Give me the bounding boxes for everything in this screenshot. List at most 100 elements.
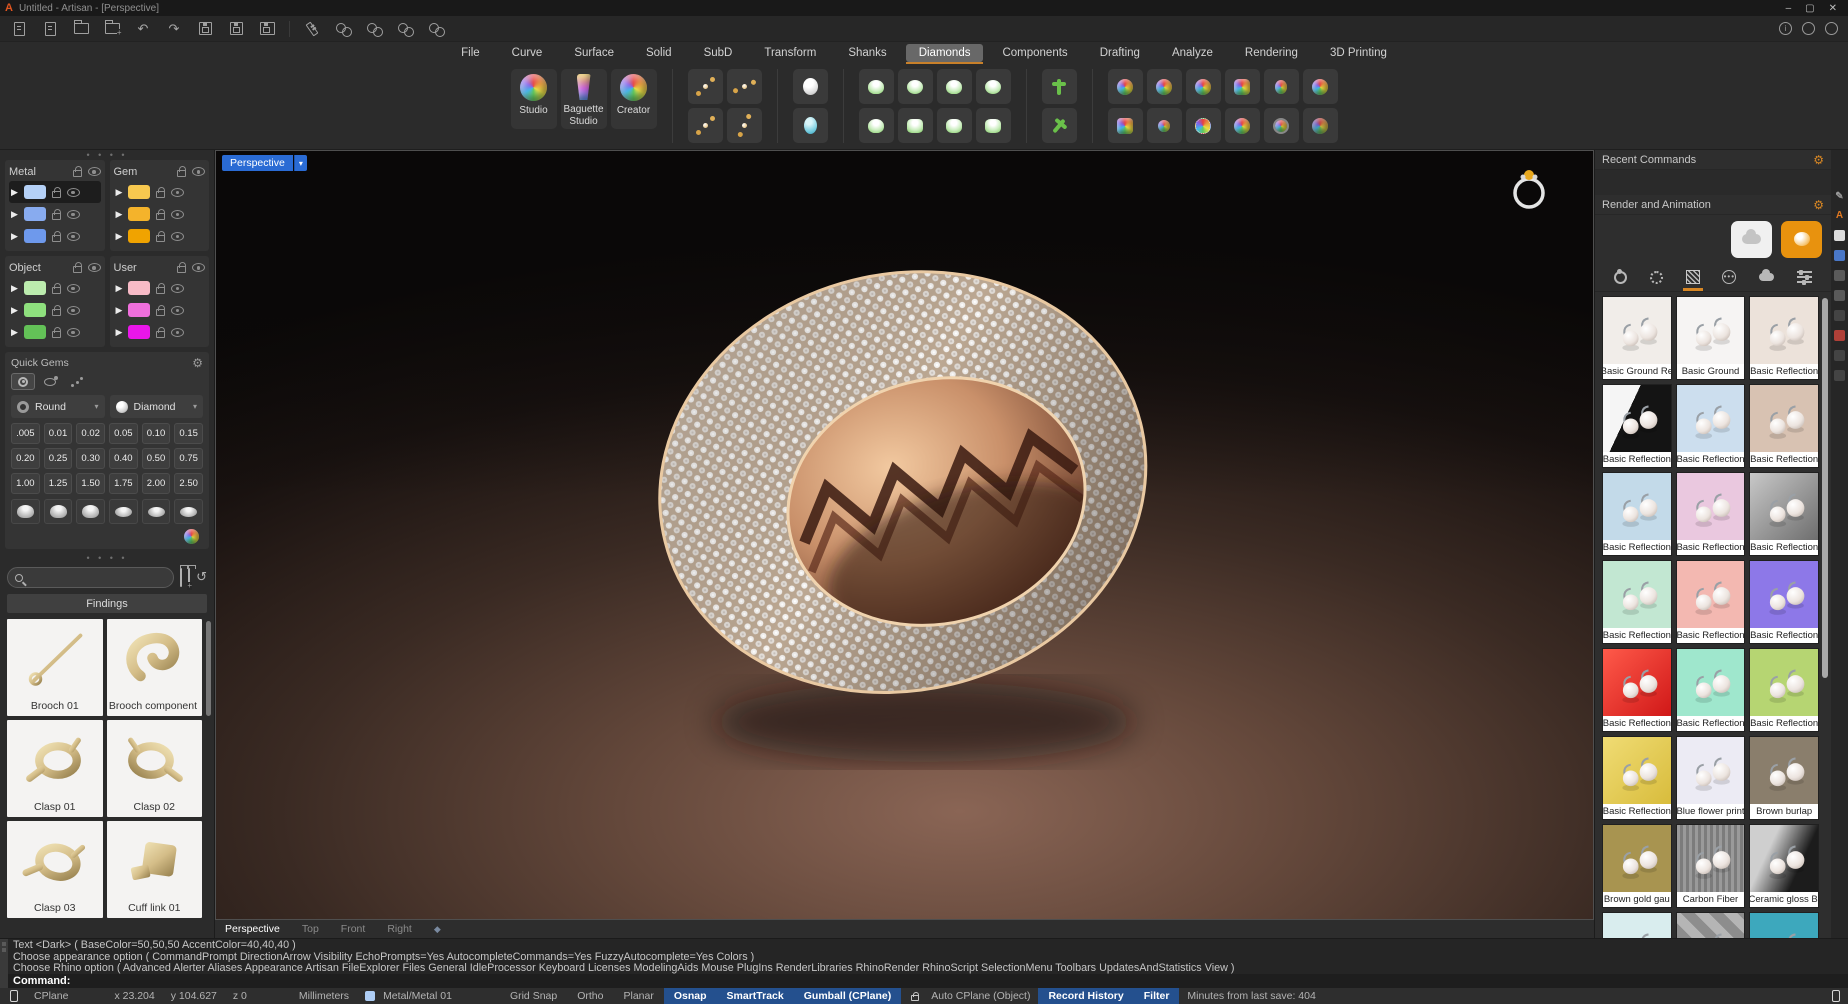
viewport-tab-front[interactable]: Front (341, 923, 366, 935)
material-card[interactable]: Basic Reflection (1749, 384, 1819, 468)
undo-icon[interactable]: ↶ (134, 20, 152, 38)
size-button[interactable]: 2.00 (142, 473, 171, 494)
material-card[interactable]: Basic Ground (1676, 296, 1746, 380)
grid-snap-toggle[interactable]: Grid Snap (500, 988, 567, 1004)
size-button[interactable]: 2.50 (174, 473, 203, 494)
gem-map-button[interactable] (1225, 69, 1260, 104)
units-label[interactable]: Millimeters (291, 990, 357, 1002)
eye-icon[interactable] (67, 232, 80, 241)
gem-color-sphere-icon[interactable] (184, 529, 199, 544)
panel-tab-icon[interactable] (1834, 330, 1845, 341)
panel-drag-handle[interactable]: • • • • (0, 150, 214, 159)
findings-scrollbar[interactable] (206, 621, 211, 716)
gem-swap-button[interactable] (1147, 69, 1182, 104)
eye-icon[interactable] (67, 188, 80, 197)
gem-size-button[interactable] (1186, 108, 1221, 143)
baguette-studio-button[interactable]: Baguette Studio (561, 69, 607, 129)
tab-sprocket[interactable] (1647, 263, 1666, 291)
menu-solid[interactable]: Solid (633, 44, 685, 62)
layer-row[interactable]: ▶ (114, 203, 206, 225)
size-button[interactable]: 1.00 (11, 473, 40, 494)
viewport-tab-label[interactable]: Perspective (222, 155, 293, 171)
eye-icon[interactable] (171, 284, 184, 293)
material-card[interactable]: Basic Reflection (1602, 736, 1672, 820)
panel-tab-icon[interactable] (1834, 270, 1845, 281)
status-right-icon[interactable] (1832, 990, 1840, 1002)
redo-icon[interactable]: ↷ (165, 20, 183, 38)
tab-ring[interactable] (1611, 263, 1630, 291)
cut-button[interactable] (44, 499, 73, 524)
render-cloud-button[interactable] (1731, 221, 1772, 258)
folder-new-icon[interactable] (103, 20, 121, 38)
active-layer-label[interactable]: Metal/Metal 01 (375, 990, 460, 1002)
devices-icon[interactable] (1802, 22, 1815, 35)
cabochon-button[interactable] (793, 108, 828, 143)
gem-bezel-button[interactable] (937, 69, 972, 104)
menu-surface[interactable]: Surface (561, 44, 627, 62)
remove-folder-button[interactable] (180, 569, 182, 587)
cutter-button[interactable] (1042, 108, 1077, 143)
lock-icon[interactable] (52, 191, 61, 198)
lock-icon[interactable] (156, 235, 165, 242)
color-swatch[interactable] (24, 281, 46, 295)
eye-icon[interactable] (171, 188, 184, 197)
artisan-tab-icon[interactable]: A (1836, 211, 1843, 221)
size-button[interactable]: 0.75 (174, 448, 203, 469)
color-swatch[interactable] (128, 303, 150, 317)
cut-button[interactable] (142, 499, 171, 524)
command-prompt-input[interactable]: Command: (8, 974, 1848, 988)
lock-icon[interactable] (156, 287, 165, 294)
menu-file[interactable]: File (448, 44, 493, 62)
finding-item[interactable]: Brooch component 01 (107, 619, 203, 716)
panel-drag-handle[interactable]: • • • • (0, 553, 214, 562)
material-card[interactable] (1676, 912, 1746, 938)
folder-open-icon[interactable] (72, 20, 90, 38)
eye-icon[interactable] (171, 306, 184, 315)
panel-tab-icon[interactable] (1834, 310, 1845, 321)
maximize-button[interactable]: ▢ (1805, 3, 1814, 14)
print-icon[interactable] (258, 20, 276, 38)
gem-repair-button[interactable] (1186, 69, 1221, 104)
layer-row[interactable]: ▶ (9, 277, 101, 299)
minimize-button[interactable]: – (1786, 3, 1792, 14)
render-animation-header[interactable]: Render and Animation ⚙ (1595, 195, 1831, 215)
viewport-tab-menu-icon[interactable]: ▾ (294, 155, 307, 171)
lock-icon[interactable] (52, 309, 61, 316)
menu-components[interactable]: Components (989, 44, 1080, 62)
eye-icon[interactable] (171, 328, 184, 337)
material-card[interactable]: Ceramic gloss Bl (1749, 824, 1819, 908)
material-card[interactable]: Basic Reflection (1676, 560, 1746, 644)
layer-row[interactable]: ▶ (114, 299, 206, 321)
size-button[interactable]: 0.50 (142, 448, 171, 469)
tab-more[interactable]: ••• (1719, 263, 1739, 291)
panel-tab-icon[interactable] (1834, 370, 1845, 381)
ortho-toggle[interactable]: Ortho (567, 988, 613, 1004)
eye-icon[interactable] (67, 306, 80, 315)
size-button[interactable]: 0.20 (11, 448, 40, 469)
refresh-library-icon[interactable]: ↺ (196, 571, 207, 584)
material-card[interactable]: Basic Reflection (1676, 648, 1746, 732)
eye-icon[interactable] (192, 167, 205, 176)
orient-tool-icon[interactable] (365, 20, 383, 38)
size-button[interactable]: 0.30 (76, 448, 105, 469)
gem-convert-button[interactable] (1303, 69, 1338, 104)
gear-icon[interactable]: ⚙ (1813, 199, 1824, 211)
cut-button[interactable] (109, 499, 138, 524)
size-button[interactable]: 1.75 (109, 473, 138, 494)
gumball-toggle[interactable]: Gumball (CPlane) (794, 988, 902, 1004)
gear-icon[interactable]: ⚙ (1813, 154, 1824, 166)
creator-button[interactable]: Creator (611, 69, 657, 129)
finding-item[interactable]: Brooch 01 (7, 619, 103, 716)
gem-scatter-button[interactable] (1147, 108, 1182, 143)
layer-row[interactable]: ▶ (114, 321, 206, 343)
material-card[interactable]: Basic Reflection (1749, 472, 1819, 556)
material-card[interactable]: Basic Reflection (1602, 648, 1672, 732)
gem-analyze-button[interactable] (1225, 108, 1260, 143)
eye-icon[interactable] (192, 263, 205, 272)
viewport-tab-perspective[interactable]: Perspective (225, 923, 280, 935)
lock-icon[interactable] (177, 266, 186, 273)
planar-toggle[interactable]: Planar (613, 988, 663, 1004)
tab-texture[interactable] (1683, 263, 1703, 291)
menu-analyze[interactable]: Analyze (1159, 44, 1226, 62)
size-button[interactable]: .005 (11, 423, 40, 444)
